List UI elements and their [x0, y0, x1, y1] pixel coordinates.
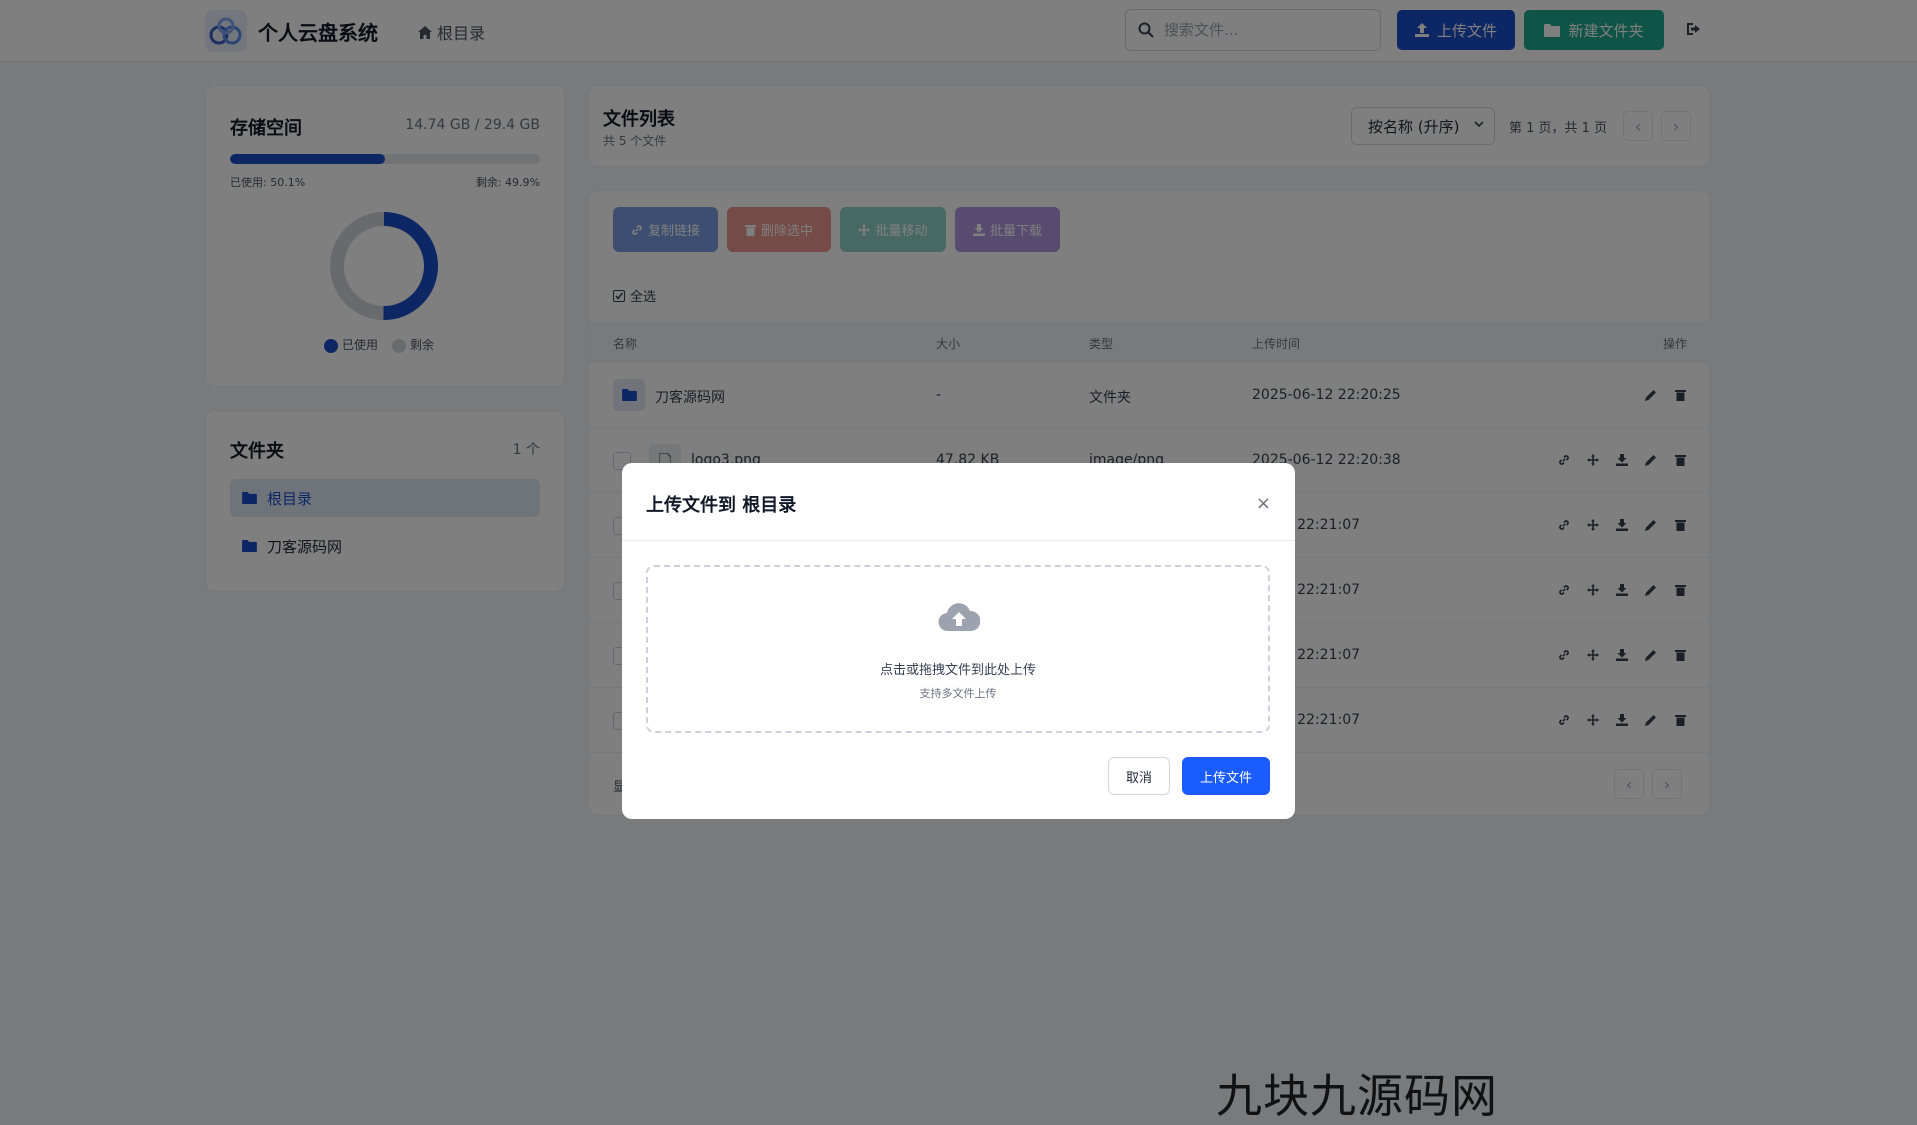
- dropzone-main-text: 点击或拖拽文件到此处上传: [879, 663, 1036, 678]
- upload-dropzone[interactable]: 点击或拖拽文件到此处上传 支持多文件上传: [646, 565, 1270, 733]
- cloud-upload-icon: [938, 603, 980, 632]
- modal-divider: [622, 540, 1295, 541]
- dropzone-sub-text: 支持多文件上传: [919, 687, 997, 700]
- modal-title: 上传文件到 根目录: [646, 495, 797, 516]
- upload-modal: 上传文件到 根目录 × 点击或拖拽文件到此处上传 支持多文件上传 取消 上传文件: [622, 463, 1295, 819]
- confirm-upload-button[interactable]: 上传文件: [1182, 757, 1270, 795]
- close-icon[interactable]: ×: [1256, 493, 1271, 514]
- watermark-text: 九块九源码网 www.9k9ym.com: [1216, 1069, 1498, 1123]
- cancel-button[interactable]: 取消: [1108, 757, 1170, 795]
